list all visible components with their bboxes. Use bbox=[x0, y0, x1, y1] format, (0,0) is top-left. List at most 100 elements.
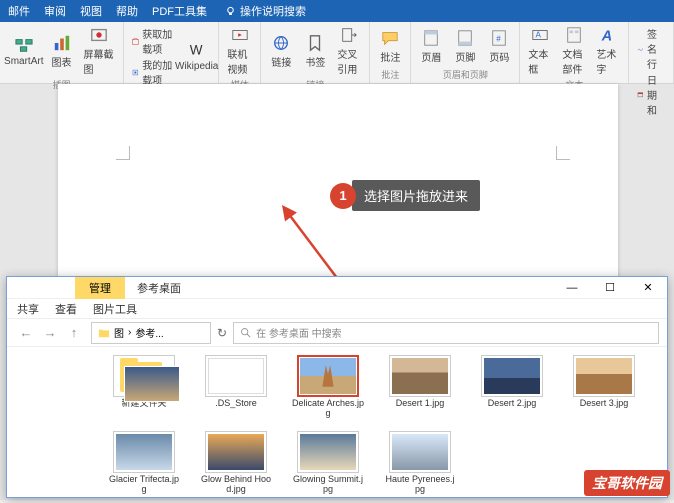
video-icon bbox=[231, 26, 249, 44]
header-icon bbox=[422, 29, 440, 47]
group-label: 页眉和页脚 bbox=[415, 68, 515, 82]
comment-button[interactable]: 批注 bbox=[374, 24, 406, 68]
explorer-titlebar[interactable]: 管理 参考桌面 — ☐ ✕ bbox=[7, 277, 667, 299]
search-icon bbox=[240, 327, 251, 338]
maximize-button[interactable]: ☐ bbox=[591, 277, 629, 299]
file-item[interactable]: Glacier Trifecta.jpg bbox=[107, 431, 181, 495]
file-item[interactable]: Desert 3.jpg bbox=[567, 355, 641, 419]
file-item[interactable]: Glow Behind Hood.jpg bbox=[199, 431, 273, 495]
wikipedia-button[interactable]: WWikipedia bbox=[179, 24, 214, 89]
smartart-icon bbox=[15, 36, 33, 54]
chart-button[interactable]: 图表 bbox=[46, 24, 78, 78]
online-video-button[interactable]: 联机视频 bbox=[223, 24, 256, 78]
wordart-button[interactable]: A艺术字 bbox=[592, 24, 624, 78]
link-button[interactable]: 链接 bbox=[265, 24, 297, 78]
address-path[interactable]: 图› 参考... bbox=[91, 322, 211, 344]
group-addins: 获取加载项 我的加载项 WWikipedia 加载项 bbox=[124, 22, 219, 83]
bookmark-icon bbox=[306, 34, 324, 52]
explorer-window: 管理 参考桌面 — ☐ ✕ 共享 查看 图片工具 ← → ↑ 图› 参考... … bbox=[6, 276, 668, 498]
tab-view[interactable]: 视图 bbox=[80, 3, 102, 19]
file-grid[interactable]: 新建文件夹 .DS_Store Delicate Arches.jpg Dese… bbox=[7, 347, 667, 503]
group-label: 批注 bbox=[374, 68, 406, 82]
up-button[interactable]: ↑ bbox=[63, 322, 85, 344]
margin-marker bbox=[116, 146, 130, 160]
forward-button[interactable]: → bbox=[39, 322, 61, 344]
file-item[interactable]: Desert 1.jpg bbox=[383, 355, 457, 419]
svg-text:A: A bbox=[601, 28, 612, 44]
pagenum-button[interactable]: #页码 bbox=[483, 24, 515, 68]
group-links: 链接 书签 交叉引用 链接 bbox=[261, 22, 370, 83]
file-item[interactable]: .DS_Store bbox=[199, 355, 273, 419]
watermark: 宝哥软件园 bbox=[584, 470, 670, 496]
quickparts-button[interactable]: 文档部件 bbox=[558, 24, 590, 78]
word-tabs: 邮件 审阅 视图 帮助 PDF工具集 操作说明搜索 bbox=[0, 0, 674, 22]
get-addins[interactable]: 获取加载项 bbox=[132, 26, 173, 56]
back-button[interactable]: ← bbox=[15, 322, 37, 344]
refresh-button[interactable]: ↻ bbox=[217, 326, 227, 340]
group-comments: 批注 批注 bbox=[370, 22, 411, 83]
link-icon bbox=[272, 34, 290, 52]
callout-number: 1 bbox=[330, 183, 356, 209]
wordart-icon: A bbox=[599, 26, 617, 44]
cross-ref-button[interactable]: 交叉引用 bbox=[333, 24, 365, 78]
datetime-button[interactable]: 日期和 bbox=[637, 72, 665, 117]
screenshot-icon bbox=[90, 26, 108, 44]
footer-icon bbox=[456, 29, 474, 47]
comment-icon bbox=[381, 29, 399, 47]
svg-text:A: A bbox=[536, 31, 542, 40]
group-illustrations: SmartArt 图表 屏幕截图 插图 bbox=[0, 22, 124, 83]
folder-item[interactable]: 新建文件夹 bbox=[107, 355, 181, 419]
chart-icon bbox=[53, 34, 71, 52]
wikipedia-icon: W bbox=[188, 41, 206, 59]
tab-help[interactable]: 帮助 bbox=[116, 3, 138, 19]
footer-button[interactable]: 页脚 bbox=[449, 24, 481, 68]
nav-buttons: ← → ↑ bbox=[15, 322, 85, 344]
smartart-button[interactable]: SmartArt bbox=[4, 24, 44, 78]
parts-icon bbox=[565, 26, 583, 44]
close-button[interactable]: ✕ bbox=[629, 277, 667, 299]
pagenum-icon: # bbox=[490, 29, 508, 47]
tab-pdf[interactable]: PDF工具集 bbox=[152, 3, 207, 19]
header-button[interactable]: 页眉 bbox=[415, 24, 447, 68]
tab-mail[interactable]: 邮件 bbox=[8, 3, 30, 19]
bulb-icon bbox=[225, 6, 236, 17]
store-icon bbox=[132, 36, 139, 47]
group-media: 联机视频 媒体 bbox=[219, 22, 261, 83]
menu-share[interactable]: 共享 bbox=[17, 301, 39, 317]
group-text: A文本框 文档部件 A艺术字 文本 bbox=[520, 22, 629, 83]
window-controls: — ☐ ✕ bbox=[553, 277, 667, 299]
callout: 1 选择图片拖放进来 bbox=[330, 180, 480, 211]
svg-text:W: W bbox=[189, 43, 202, 58]
svg-text:#: # bbox=[497, 34, 502, 43]
explorer-context-tab[interactable]: 管理 bbox=[75, 277, 125, 299]
file-item[interactable]: Glowing Summit.jpg bbox=[291, 431, 365, 495]
explorer-addressbar: ← → ↑ 图› 参考... ↻ 在 参考桌面 中搜索 bbox=[7, 319, 667, 347]
signature-button[interactable]: 签名行 bbox=[637, 26, 665, 71]
screenshot-button[interactable]: 屏幕截图 bbox=[80, 24, 120, 78]
search-input[interactable]: 在 参考桌面 中搜索 bbox=[233, 322, 659, 344]
signature-icon bbox=[637, 43, 644, 54]
date-icon bbox=[637, 89, 644, 100]
file-item-selected[interactable]: Delicate Arches.jpg bbox=[291, 355, 365, 419]
group-headerfooter: 页眉 页脚 #页码 页眉和页脚 bbox=[411, 22, 520, 83]
file-item[interactable]: Haute Pyrenees.jpg bbox=[383, 431, 457, 495]
menu-view[interactable]: 查看 bbox=[55, 301, 77, 317]
group-extra: 签名行 日期和 bbox=[629, 22, 674, 83]
explorer-menu: 共享 查看 图片工具 bbox=[7, 299, 667, 319]
explorer-title: 参考桌面 bbox=[137, 280, 181, 296]
menu-picture-tools[interactable]: 图片工具 bbox=[93, 301, 137, 317]
tab-review[interactable]: 审阅 bbox=[44, 3, 66, 19]
addins-icon bbox=[132, 67, 139, 78]
bookmark-button[interactable]: 书签 bbox=[299, 24, 331, 78]
minimize-button[interactable]: — bbox=[553, 277, 591, 299]
callout-text: 选择图片拖放进来 bbox=[352, 180, 480, 211]
addins-stack: 获取加载项 我的加载项 bbox=[128, 24, 177, 89]
textbox-icon: A bbox=[531, 26, 549, 44]
file-item[interactable]: Desert 2.jpg bbox=[475, 355, 549, 419]
margin-marker bbox=[556, 146, 570, 160]
crossref-icon bbox=[340, 26, 358, 44]
folder-icon bbox=[98, 327, 110, 339]
textbox-button[interactable]: A文本框 bbox=[524, 24, 556, 78]
tell-me[interactable]: 操作说明搜索 bbox=[225, 3, 306, 19]
my-addins[interactable]: 我的加载项 bbox=[132, 57, 173, 87]
